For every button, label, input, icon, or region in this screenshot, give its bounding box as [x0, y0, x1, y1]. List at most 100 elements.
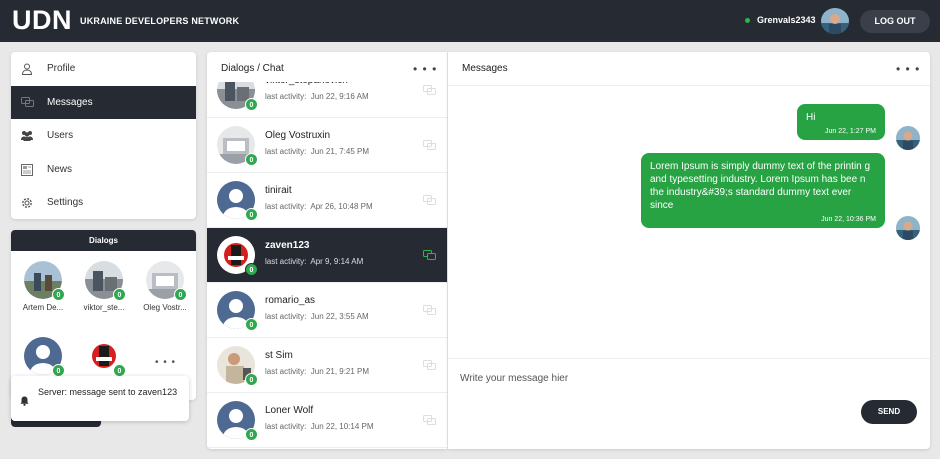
dialog-row[interactable]: 0 romario_as last activity: Jun 22, 3:55… [207, 283, 447, 338]
unread-badge: 0 [52, 288, 65, 301]
dialog-avatar-item[interactable]: 0 viktor_ste... [78, 261, 130, 312]
chat-icon[interactable] [423, 248, 436, 266]
chat-icon[interactable] [423, 358, 436, 376]
last-activity: last activity: Apr 26, 10:48 PM [265, 202, 373, 211]
unread-badge: 0 [245, 153, 258, 166]
unread-badge: 0 [245, 98, 258, 111]
avatar: 0 [217, 82, 258, 111]
avatar: 0 [217, 346, 258, 386]
avatar[interactable] [896, 126, 920, 150]
avatar: 0 [217, 236, 258, 276]
chat-icon [20, 96, 34, 110]
newspaper-icon [20, 163, 34, 177]
unread-badge: 0 [245, 318, 258, 331]
messages-panel: Messages • • • Hi Jun 22, 1:27 PM Lorem … [448, 52, 930, 449]
sidebar-menu: Profile Messages Users News Settings [11, 52, 196, 219]
dialog-row-active[interactable]: 0 zaven123 last activity: Apr 9, 9:14 AM [207, 228, 447, 283]
sidebar-item-label: Settings [47, 197, 84, 208]
sidebar-item-label: Messages [47, 97, 93, 108]
chat-icon[interactable] [423, 303, 436, 321]
dialog-avatar-name: Artem De... [22, 303, 64, 312]
unread-badge: 0 [174, 288, 187, 301]
user-icon [20, 62, 34, 76]
dialog-avatar-item[interactable]: 0 Oleg Vostr... [139, 261, 191, 312]
more-dialogs-button[interactable]: • • • [155, 357, 176, 368]
avatar: 0 [217, 401, 258, 441]
dialog-name: zaven123 [265, 240, 310, 251]
user-avatar[interactable] [821, 8, 849, 34]
top-header: UDN UKRAINE DEVELOPERS NETWORK Grenvals2… [0, 0, 940, 42]
avatar: 0 [24, 337, 65, 377]
send-button[interactable]: SEND [861, 400, 917, 424]
current-username[interactable]: Grenvals2343 [757, 15, 816, 25]
dialog-row[interactable]: 0 tinirait last activity: Apr 26, 10:48 … [207, 173, 447, 228]
message-text: Lorem Ipsum is simply dummy text of the … [650, 161, 871, 211]
toast-message: Server: message sent to zaven123 [38, 387, 178, 397]
dialogs-widget-title: Dialogs [11, 230, 196, 251]
unread-badge: 0 [113, 288, 126, 301]
avatar: 0 [85, 261, 126, 301]
sidebar-item-news[interactable]: News [11, 153, 196, 186]
unread-badge: 0 [245, 428, 258, 441]
dialog-name: Loner Wolf [265, 405, 314, 416]
avatar: 0 [217, 291, 258, 331]
avatar: 0 [217, 181, 258, 221]
dialog-name: tinirait [265, 185, 292, 196]
logout-button[interactable]: LOG OUT [860, 10, 930, 33]
compose-divider [448, 358, 930, 359]
gear-icon [20, 196, 34, 210]
messages-menu-button[interactable]: • • • [896, 62, 920, 76]
notification-toast[interactable]: Server: message sent to zaven123 [11, 376, 189, 421]
sidebar-item-messages[interactable]: Messages [11, 86, 196, 119]
unread-badge: 0 [245, 373, 258, 386]
dialog-avatar-item[interactable]: 0 [78, 337, 130, 377]
sidebar-item-label: News [47, 164, 73, 175]
chat-icon[interactable] [423, 193, 436, 211]
message-bubble[interactable]: Hi Jun 22, 1:27 PM [797, 104, 885, 140]
message-time: Jun 22, 10:36 PM [821, 216, 876, 223]
avatar: 0 [85, 337, 126, 377]
dialog-avatar-item[interactable]: 0 Artem De... [17, 261, 69, 312]
dialog-row[interactable]: 0 Oleg Vostruxin last activity: Jun 21, … [207, 118, 447, 173]
dialog-avatar-name: Oleg Vostr... [143, 303, 187, 312]
message-input[interactable] [460, 369, 900, 387]
logo-subtitle: UKRAINE DEVELOPERS NETWORK [80, 16, 240, 26]
users-icon [20, 129, 34, 143]
sidebar-item-label: Profile [47, 63, 76, 74]
online-status-dot [745, 18, 750, 23]
dialogs-menu-button[interactable]: • • • [413, 62, 437, 76]
dialog-row[interactable]: 0 Loner Wolf last activity: Jun 22, 10:1… [207, 393, 447, 448]
sidebar-item-profile[interactable]: Profile [11, 52, 196, 85]
sidebar-item-label: Users [47, 130, 74, 141]
dialog-name: Oleg Vostruxin [265, 130, 331, 141]
dialog-avatar-item[interactable]: 0 [17, 337, 69, 377]
panel-title: Dialogs / Chat [221, 63, 284, 74]
dialog-avatar-name: viktor_ste... [83, 303, 125, 312]
chat-icon[interactable] [423, 83, 436, 101]
chat-icon[interactable] [423, 138, 436, 156]
bell-icon [20, 393, 29, 411]
avatar: 0 [217, 126, 258, 166]
last-activity: last activity: Jun 21, 9:21 PM [265, 367, 370, 376]
message-time: Jun 22, 1:27 PM [825, 128, 876, 135]
chat-icon[interactable] [423, 413, 436, 431]
dialogs-panel: Dialogs / Chat • • • 0 viktor_stepanovic… [207, 52, 447, 449]
last-activity: last activity: Jun 22, 3:55 AM [265, 312, 369, 321]
logo[interactable]: UDN [12, 5, 72, 36]
sidebar-item-users[interactable]: Users [11, 119, 196, 152]
dialog-name: st Sim [265, 350, 293, 361]
dialog-row[interactable]: 0 viktor_stepanovich last activity: Jun … [207, 82, 447, 118]
last-activity: last activity: Jun 21, 7:45 PM [265, 147, 370, 156]
avatar[interactable] [896, 216, 920, 240]
message-bubble[interactable]: Lorem Ipsum is simply dummy text of the … [641, 153, 885, 228]
message-text: Hi [806, 112, 816, 123]
dialogs-list[interactable]: 0 viktor_stepanovich last activity: Jun … [207, 82, 447, 449]
last-activity: last activity: Jun 22, 9:16 AM [265, 92, 369, 101]
sidebar-item-settings[interactable]: Settings [11, 186, 196, 219]
avatar: 0 [24, 261, 65, 301]
dialog-row[interactable]: 0 st Sim last activity: Jun 21, 9:21 PM [207, 338, 447, 393]
dialogs-widget: Dialogs 0 Artem De... 0 viktor_ste... 0 … [11, 230, 196, 400]
last-activity: last activity: Jun 22, 10:14 PM [265, 422, 374, 431]
header-divider [448, 85, 930, 86]
unread-badge: 0 [245, 263, 258, 276]
